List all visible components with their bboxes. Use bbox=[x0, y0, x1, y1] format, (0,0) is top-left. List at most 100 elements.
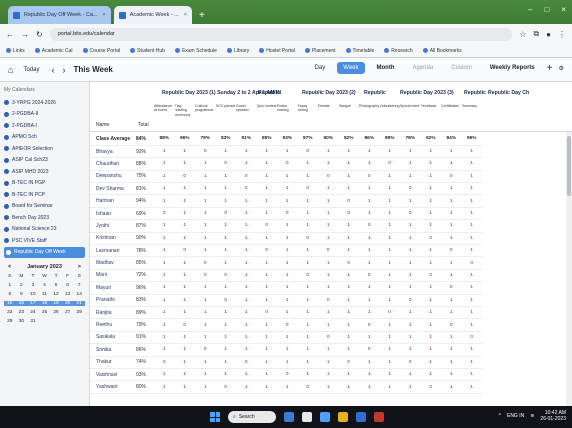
mini-day[interactable]: 27 bbox=[62, 310, 74, 315]
table-cell[interactable]: 1 bbox=[420, 194, 441, 208]
table-cell[interactable]: 0 bbox=[359, 269, 380, 283]
table-cell[interactable]: 0 bbox=[277, 318, 298, 332]
home-icon[interactable]: ⌂ bbox=[8, 65, 13, 75]
row-name[interactable]: Madhav bbox=[90, 256, 136, 270]
table-cell[interactable]: 1 bbox=[297, 368, 318, 382]
table-cell[interactable]: 1 bbox=[256, 318, 277, 332]
table-cell[interactable]: 1 bbox=[359, 182, 380, 196]
event-column-header[interactable]: NCC parade bbox=[216, 104, 236, 130]
table-cell[interactable]: 0 bbox=[154, 356, 175, 369]
mini-day[interactable]: 5 bbox=[50, 283, 62, 288]
table-cell[interactable]: 1 bbox=[174, 232, 195, 246]
table-cell[interactable]: 0 bbox=[174, 170, 195, 184]
mini-day[interactable]: 16 bbox=[15, 301, 28, 306]
mini-next-icon[interactable]: > bbox=[78, 264, 81, 270]
table-cell[interactable]: 1 bbox=[359, 356, 380, 369]
table-cell[interactable]: 1 bbox=[256, 182, 277, 196]
table-cell[interactable]: 0 bbox=[338, 207, 359, 221]
table-cell[interactable]: 1 bbox=[174, 343, 195, 357]
table-cell[interactable]: 1 bbox=[236, 207, 257, 221]
table-cell[interactable]: 1 bbox=[174, 157, 195, 171]
table-cell[interactable]: 1 bbox=[359, 194, 380, 208]
table-cell[interactable]: 1 bbox=[400, 232, 421, 246]
table-cell[interactable]: 1 bbox=[154, 157, 175, 171]
table-cell[interactable]: 1 bbox=[256, 356, 277, 369]
table-cell[interactable]: 1 bbox=[256, 269, 277, 283]
table-cell[interactable]: 0 bbox=[318, 244, 339, 258]
table-cell[interactable]: 1 bbox=[174, 256, 195, 270]
table-cell[interactable]: 1 bbox=[441, 145, 462, 159]
table-cell[interactable]: 1 bbox=[461, 269, 482, 283]
mini-day[interactable]: 20 bbox=[61, 301, 74, 306]
table-cell[interactable]: 83% bbox=[215, 133, 236, 146]
table-cell[interactable]: 1 bbox=[174, 306, 195, 320]
table-cell[interactable]: 1 bbox=[154, 232, 175, 246]
table-cell[interactable]: 1 bbox=[256, 194, 277, 208]
table-cell[interactable]: 1 bbox=[420, 182, 441, 196]
event-column-header[interactable]: Sports meet bbox=[400, 104, 420, 130]
table-cell[interactable]: 1 bbox=[379, 343, 400, 357]
table-cell[interactable]: 1 bbox=[215, 343, 236, 357]
table-cell[interactable]: 0 bbox=[400, 207, 421, 221]
table-cell[interactable]: 0 bbox=[174, 244, 195, 258]
table-cell[interactable]: 1 bbox=[236, 232, 257, 246]
mini-day[interactable]: 26 bbox=[50, 310, 62, 315]
table-cell[interactable]: 1 bbox=[297, 343, 318, 357]
table-cell[interactable]: 1 bbox=[277, 306, 298, 320]
table-cell[interactable]: 1 bbox=[338, 294, 359, 307]
table-cell[interactable]: 1 bbox=[215, 331, 236, 345]
table-cell[interactable]: 1 bbox=[174, 145, 195, 159]
table-cell[interactable]: 1 bbox=[195, 294, 216, 307]
table-cell[interactable]: 1 bbox=[441, 182, 462, 196]
table-cell[interactable]: 1 bbox=[420, 145, 441, 159]
table-cell[interactable]: 1 bbox=[277, 331, 298, 345]
table-cell[interactable]: 0 bbox=[215, 157, 236, 171]
table-cell[interactable]: 1 bbox=[215, 145, 236, 159]
event-column-header[interactable]: Certificates bbox=[441, 104, 461, 130]
table-cell[interactable]: 86% bbox=[359, 133, 380, 146]
table-cell[interactable]: 1 bbox=[277, 356, 298, 369]
table-cell[interactable]: 1 bbox=[318, 368, 339, 382]
event-group-header[interactable]: Republic Day Ch bbox=[488, 90, 529, 96]
table-cell[interactable]: 1 bbox=[400, 343, 421, 357]
sidebar-calendar-item[interactable]: Republic Day Off Week bbox=[4, 246, 85, 258]
table-cell[interactable]: 1 bbox=[379, 294, 400, 307]
mini-prev-icon[interactable]: < bbox=[8, 264, 11, 270]
row-name[interactable]: Thakur bbox=[90, 356, 136, 369]
bookmark-item[interactable]: Hostel Portal bbox=[259, 48, 295, 54]
table-cell[interactable]: 1 bbox=[256, 294, 277, 307]
view-custom-button[interactable]: Custom bbox=[445, 62, 478, 74]
row-name[interactable]: Ishaan bbox=[90, 207, 136, 221]
table-cell[interactable]: 1 bbox=[441, 232, 462, 246]
table-cell[interactable]: 1 bbox=[277, 194, 298, 208]
table-cell[interactable]: 87% bbox=[297, 133, 318, 146]
table-cell[interactable]: 1 bbox=[236, 331, 257, 345]
row-name[interactable]: Ranjita bbox=[90, 306, 136, 320]
table-cell[interactable]: 1 bbox=[400, 269, 421, 283]
sidebar-calendar-item[interactable]: B-TEC IN PCP bbox=[4, 189, 85, 201]
table-cell[interactable]: 1 bbox=[236, 244, 257, 258]
event-column-header[interactable]: Attendance at event bbox=[154, 104, 174, 130]
table-cell[interactable]: 1 bbox=[379, 368, 400, 382]
table-cell[interactable]: 1 bbox=[461, 232, 482, 246]
bookmark-item[interactable]: Exam Schedule bbox=[174, 48, 217, 54]
row-name[interactable]: Chaudhari bbox=[90, 157, 136, 171]
table-cell[interactable]: 1 bbox=[154, 256, 175, 270]
table-cell[interactable]: 0 bbox=[338, 256, 359, 270]
event-column-header[interactable]: Rangoli bbox=[339, 104, 359, 130]
back-icon[interactable]: ← bbox=[6, 30, 14, 39]
table-cell[interactable]: 1 bbox=[195, 380, 216, 394]
url-input[interactable]: portal.bits.edu/calendar bbox=[49, 27, 513, 41]
table-cell[interactable]: 78% bbox=[400, 133, 421, 146]
table-cell[interactable]: 1 bbox=[338, 170, 359, 184]
table-cell[interactable]: 1 bbox=[379, 331, 400, 345]
table-cell[interactable]: 1 bbox=[400, 194, 421, 208]
table-cell[interactable]: 1 bbox=[236, 269, 257, 283]
table-cell[interactable]: 1 bbox=[461, 157, 482, 171]
table-cell[interactable]: 1 bbox=[400, 145, 421, 159]
table-cell[interactable]: 93% bbox=[277, 133, 298, 146]
sidebar-calendar-item[interactable]: 2-PGDBA-II bbox=[4, 109, 85, 121]
today-button[interactable]: Today bbox=[23, 67, 39, 73]
table-cell[interactable]: 1 bbox=[461, 244, 482, 258]
table-cell[interactable]: 1 bbox=[236, 306, 257, 320]
